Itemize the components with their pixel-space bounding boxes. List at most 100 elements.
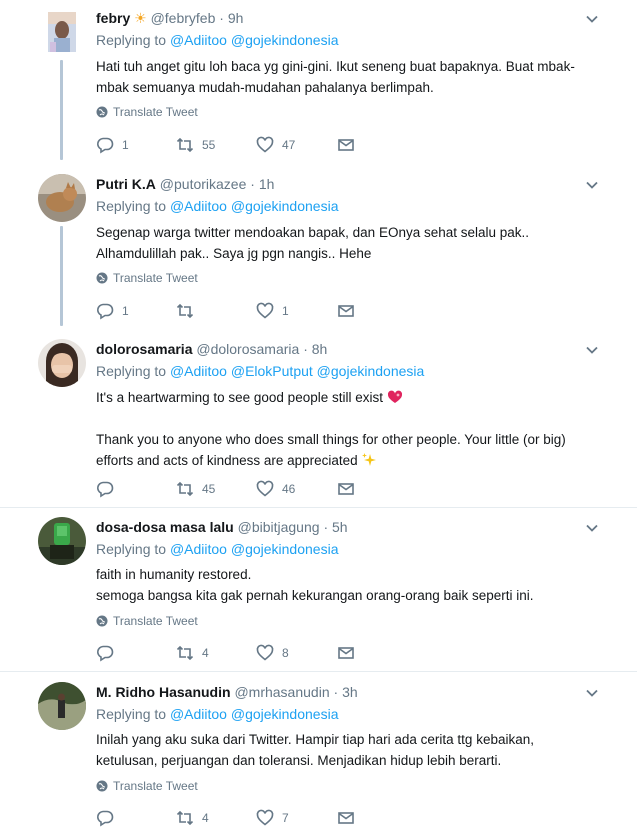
envelope-icon [338,139,354,151]
heart-icon [256,480,274,497]
author-handle[interactable]: @febryfeb [151,10,216,26]
reply-icon [97,137,114,154]
dm-button[interactable] [337,136,355,154]
tweet-actions: 45 46 [96,480,396,500]
tweet-actions: 1 1 [96,302,396,322]
retweet-icon [176,810,194,826]
author-name[interactable]: febry [96,10,130,26]
chevron-down-icon[interactable] [585,343,599,357]
mention-link[interactable]: @gojekindonesia [317,363,425,379]
retweet-button[interactable]: 4 [176,644,209,662]
mention-link[interactable]: @gojekindonesia [231,706,339,722]
tweet-text: faith in humanity restored. semoga bangs… [96,567,534,603]
tweet[interactable]: M. Ridho Hasanudin @mrhasanudin · 3h Rep… [0,682,637,836]
globe-icon [96,272,108,284]
mention-link[interactable]: @gojekindonesia [231,198,339,214]
like-button[interactable]: 1 [256,302,289,320]
tweet-text: Hati tuh anget gitu loh baca yg gini-gin… [96,59,575,95]
author-handle[interactable]: @putorikazee [160,176,247,192]
reply-icon [97,645,114,662]
reply-button[interactable] [96,480,122,498]
reply-button[interactable]: 1 [96,136,129,154]
retweet-button[interactable]: 4 [176,809,209,827]
timestamp[interactable]: 3h [342,684,358,700]
mention-link[interactable]: @Adiitoo [170,706,227,722]
tweet-header: febry ☀ @febryfeb · 9h [96,10,244,26]
avatar[interactable] [38,174,86,222]
author-name[interactable]: dolorosamaria [96,341,192,357]
envelope-icon [338,812,354,824]
retweet-button[interactable]: 45 [176,480,215,498]
dm-button[interactable] [337,809,355,827]
replying-to: Replying to @Adiitoo @gojekindonesia [96,541,339,557]
sun-emoji: ☀ [134,10,147,26]
mention-link[interactable]: @ElokPutput [231,363,313,379]
retweet-icon [176,645,194,661]
heart-icon [256,644,274,661]
dm-button[interactable] [337,480,355,498]
tweet-header: Putri K.A @putorikazee · 1h [96,176,275,192]
tweet-text: Inilah yang aku suka dari Twitter. Hampi… [96,732,534,768]
tweet[interactable]: febry ☀ @febryfeb · 9h Replying to @Adii… [0,8,637,168]
translate-tweet-link[interactable]: Translate Tweet [96,271,198,285]
envelope-icon [338,305,354,317]
reply-icon [97,481,114,498]
timestamp[interactable]: 9h [228,10,244,26]
tweet-text: Segenap warga twitter mendoakan bapak, d… [96,225,530,261]
mention-link[interactable]: @Adiitoo [170,541,227,557]
dm-button[interactable] [337,302,355,320]
mention-link[interactable]: @gojekindonesia [231,32,339,48]
timestamp[interactable]: 5h [332,519,348,535]
author-name[interactable]: dosa-dosa masa lalu [96,519,234,535]
replying-to: Replying to @Adiitoo @gojekindonesia [96,32,339,48]
like-button[interactable]: 7 [256,809,289,827]
avatar[interactable] [38,682,86,730]
globe-icon [96,780,108,792]
timestamp[interactable]: 8h [312,341,328,357]
reply-button[interactable] [96,809,122,827]
author-handle[interactable]: @dolorosamaria [196,341,299,357]
translate-tweet-link[interactable]: Translate Tweet [96,779,198,793]
sparkling-heart-icon [387,390,402,403]
replying-to: Replying to @Adiitoo @gojekindonesia [96,198,339,214]
author-handle[interactable]: @bibitjagung [238,519,320,535]
envelope-icon [338,483,354,495]
retweet-button[interactable]: 55 [176,136,215,154]
retweet-icon [176,303,194,319]
reply-button[interactable] [96,644,122,662]
tweet-header: dosa-dosa masa lalu @bibitjagung · 5h [96,519,348,535]
mention-link[interactable]: @Adiitoo [170,198,227,214]
author-handle[interactable]: @mrhasanudin [234,684,329,700]
translate-tweet-link[interactable]: Translate Tweet [96,614,198,628]
chevron-down-icon[interactable] [585,686,599,700]
avatar[interactable] [48,12,76,52]
tweet-actions: 4 7 [96,809,396,829]
avatar[interactable] [38,517,86,565]
heart-icon [256,302,274,319]
author-name[interactable]: M. Ridho Hasanudin [96,684,231,700]
tweet[interactable]: dosa-dosa masa lalu @bibitjagung · 5h Re… [0,517,637,667]
like-button[interactable]: 46 [256,480,295,498]
avatar[interactable] [38,339,86,387]
retweet-icon [176,481,194,497]
replying-to: Replying to @Adiitoo @ElokPutput @gojeki… [96,363,425,379]
author-name[interactable]: Putri K.A [96,176,156,192]
globe-icon [96,615,108,627]
like-button[interactable]: 47 [256,136,295,154]
tweet[interactable]: dolorosamaria @dolorosamaria · 8h Replyi… [0,339,637,504]
tweet-header: dolorosamaria @dolorosamaria · 8h [96,341,328,357]
chevron-down-icon[interactable] [585,12,599,26]
dm-button[interactable] [337,644,355,662]
mention-link[interactable]: @Adiitoo [170,363,227,379]
timestamp[interactable]: 1h [259,176,275,192]
mention-link[interactable]: @gojekindonesia [231,541,339,557]
reply-button[interactable]: 1 [96,302,129,320]
like-button[interactable]: 8 [256,644,289,662]
translate-tweet-link[interactable]: Translate Tweet [96,105,198,119]
retweet-button[interactable] [176,302,202,320]
mention-link[interactable]: @Adiitoo [170,32,227,48]
tweet-actions: 1 55 47 [96,136,396,156]
chevron-down-icon[interactable] [585,178,599,192]
chevron-down-icon[interactable] [585,521,599,535]
tweet[interactable]: Putri K.A @putorikazee · 1h Replying to … [0,174,637,334]
